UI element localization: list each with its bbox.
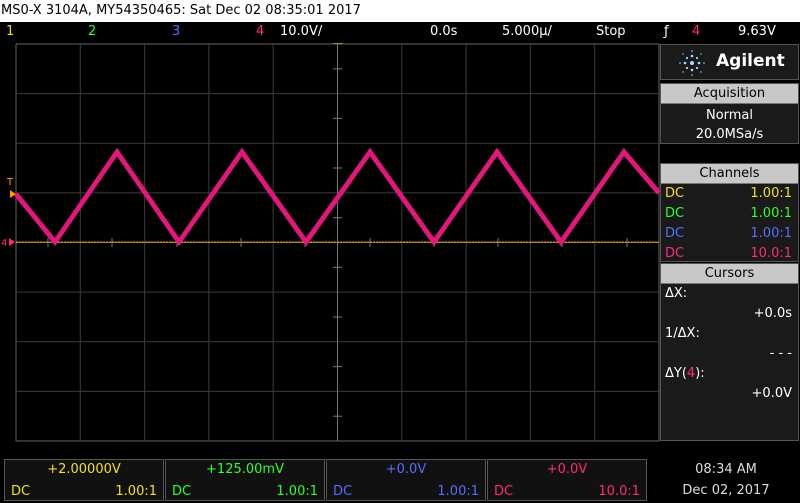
delta-y-value-row: +0.0V [661, 384, 798, 404]
delta-y-prefix: ΔY( [665, 366, 687, 381]
inverse-delta-x-value: - - - [769, 346, 792, 361]
channels-header: Channels [661, 164, 798, 184]
acquisition-header: Acquisition [661, 84, 798, 104]
channel-1-offset-box[interactable]: +2.00000V DC 1.00:1 [4, 459, 164, 501]
agilent-spark-logo [679, 50, 705, 76]
delta-y-label: ΔY(4): [665, 364, 705, 384]
brand-name: Agilent [716, 51, 785, 71]
scope-display[interactable]: T 4 [0, 22, 660, 452]
cursors-header: Cursors [661, 264, 798, 284]
channel-4-offset-box[interactable]: +0.0V DC 10.0:1 [487, 459, 647, 501]
channel-3-bottom-probe: 1.00:1 [437, 484, 479, 499]
channel-2-coupling: DC [665, 206, 685, 221]
channel-offset-bar: +2.00000V DC 1.00:1 +125.00mV DC 1.00:1 … [0, 457, 800, 503]
channel-2-offset-box[interactable]: +125.00mV DC 1.00:1 [165, 459, 325, 501]
channel-2-bottom-probe: 1.00:1 [276, 484, 318, 499]
delta-x-label-row: ΔX: [661, 284, 798, 304]
channel-2-offset: +125.00mV [206, 462, 284, 477]
channel-4-offset: +0.0V [546, 462, 588, 477]
inverse-delta-x-value-row: - - - [661, 344, 798, 364]
clock-date: Dec 02, 2017 [682, 483, 770, 498]
channel-1-coupling: DC [665, 186, 685, 201]
clock: 08:34 AM Dec 02, 2017 [652, 459, 800, 501]
channel-4-row[interactable]: DC 10.0:1 [661, 244, 798, 264]
clock-time: 08:34 AM [695, 462, 757, 477]
channel-3-coupling: DC [665, 226, 685, 241]
channel-1-bottom-probe: 1.00:1 [115, 484, 157, 499]
window-title: MS0-X 3104A, MY54350465: Sat Dec 02 08:3… [0, 0, 800, 22]
delta-y-value: +0.0V [751, 386, 792, 401]
channel-2-row[interactable]: DC 1.00:1 [661, 204, 798, 224]
delta-x-value-row: +0.0s [661, 304, 798, 324]
channel-4-bottom-coupling: DC [494, 484, 514, 499]
channel-1-probe: 1.00:1 [750, 186, 792, 201]
acquisition-panel[interactable]: Acquisition Normal 20.0MSa/s [660, 83, 799, 144]
channel-4-bottom-probe: 10.0:1 [598, 484, 640, 499]
inverse-delta-x-label: 1/ΔX: [665, 326, 700, 341]
channel-4-ground-marker[interactable]: 4 [1, 238, 7, 249]
channel-2-probe: 1.00:1 [750, 206, 792, 221]
channel-4-probe: 10.0:1 [750, 246, 792, 261]
channels-panel[interactable]: Channels DC 1.00:1 DC 1.00:1 DC 1.00:1 D… [660, 163, 799, 262]
channel-1-bottom-coupling: DC [11, 484, 31, 499]
trigger-level[interactable]: 9.63V [738, 22, 776, 41]
delta-y-channel: 4 [686, 366, 696, 381]
trigger-level-marker[interactable]: T [6, 177, 14, 188]
inverse-delta-x-label-row: 1/ΔX: [661, 324, 798, 344]
delta-x-value: +0.0s [753, 306, 792, 321]
channel-3-probe: 1.00:1 [750, 226, 792, 241]
channel-1-row[interactable]: DC 1.00:1 [661, 184, 798, 204]
delta-y-suffix: ): [695, 366, 705, 381]
cursors-panel[interactable]: Cursors ΔX: +0.0s 1/ΔX: - - - ΔY(4): +0.… [660, 263, 799, 441]
channel-3-offset: +0.0V [385, 462, 427, 477]
delta-y-label-row: ΔY(4): [661, 364, 798, 384]
trigger-source[interactable]: 4 [692, 22, 700, 41]
channel-2-bottom-coupling: DC [172, 484, 192, 499]
side-panel: Agilent Acquisition Normal 20.0MSa/s Cha… [660, 44, 799, 441]
channel-3-bottom-coupling: DC [333, 484, 353, 499]
trigger-icon: ƒ [664, 24, 669, 39]
brand-panel: Agilent [660, 44, 799, 80]
sample-rate: 20.0MSa/s [695, 127, 764, 142]
delta-x-label: ΔX: [665, 286, 688, 301]
ground-arrow-icon [9, 238, 15, 246]
channel-3-row[interactable]: DC 1.00:1 [661, 224, 798, 244]
channel-3-offset-box[interactable]: +0.0V DC 1.00:1 [326, 459, 486, 501]
channel-1-offset: +2.00000V [47, 462, 121, 477]
channel-4-coupling: DC [665, 246, 685, 261]
acquisition-mode: Normal [705, 108, 754, 123]
